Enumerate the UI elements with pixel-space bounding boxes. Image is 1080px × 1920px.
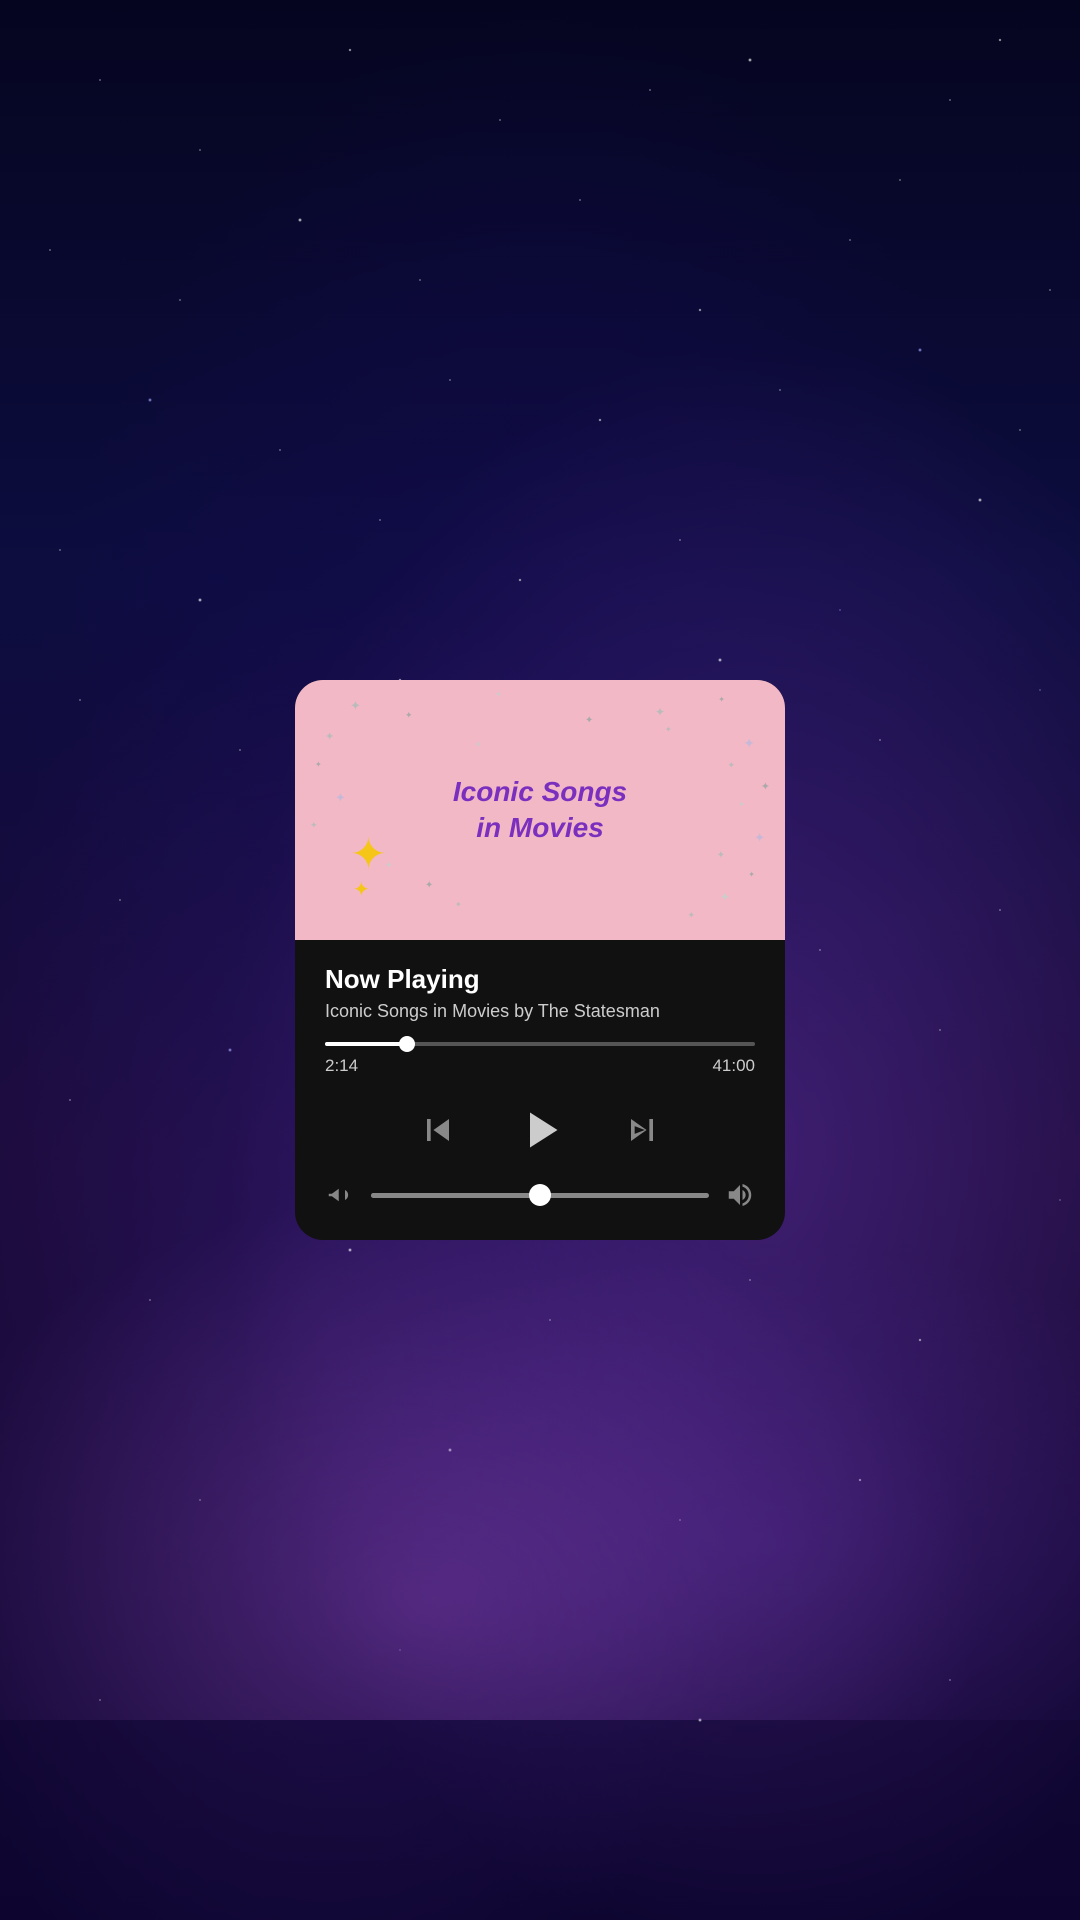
track-info: Iconic Songs in Movies by The Statesman: [325, 1001, 755, 1022]
skip-next-icon: [620, 1108, 664, 1152]
album-art-title: Iconic Songs in Movies: [453, 774, 627, 847]
progress-section[interactable]: 2:14 41:00: [295, 1022, 785, 1076]
skip-prev-icon: [416, 1108, 460, 1152]
volume-low-icon: [325, 1180, 355, 1210]
volume-row[interactable]: [295, 1170, 785, 1210]
progress-thumb: [399, 1036, 415, 1052]
now-playing-label: Now Playing: [325, 964, 755, 995]
yellow-sparkle-big: ✦: [350, 829, 387, 880]
controls-row: [295, 1076, 785, 1170]
yellow-sparkle-small: ✦: [353, 877, 370, 902]
play-button[interactable]: [510, 1100, 570, 1160]
time-row: 2:14 41:00: [325, 1056, 755, 1076]
volume-fill: [371, 1193, 540, 1198]
skip-next-button[interactable]: [620, 1108, 664, 1152]
player-info: Now Playing Iconic Songs in Movies by Th…: [295, 940, 785, 1022]
progress-bar-fill: [325, 1042, 407, 1046]
progress-bar-track[interactable]: [325, 1042, 755, 1046]
total-time: 41:00: [712, 1056, 755, 1076]
skip-prev-button[interactable]: [416, 1108, 460, 1152]
current-time: 2:14: [325, 1056, 358, 1076]
volume-track[interactable]: [371, 1193, 709, 1198]
album-art: ✦ ✦ ✦ ✦ ✦ ✦ ✦ ✦ ✦ ✦ ✦ ✦ ✦ ✦ ✦ ✦ ✦ ✦ ✦ ✦ …: [295, 680, 785, 940]
volume-thumb: [529, 1184, 551, 1206]
play-icon: [510, 1100, 570, 1160]
volume-high-icon: [725, 1180, 755, 1210]
player-card: ✦ ✦ ✦ ✦ ✦ ✦ ✦ ✦ ✦ ✦ ✦ ✦ ✦ ✦ ✦ ✦ ✦ ✦ ✦ ✦ …: [295, 680, 785, 1240]
